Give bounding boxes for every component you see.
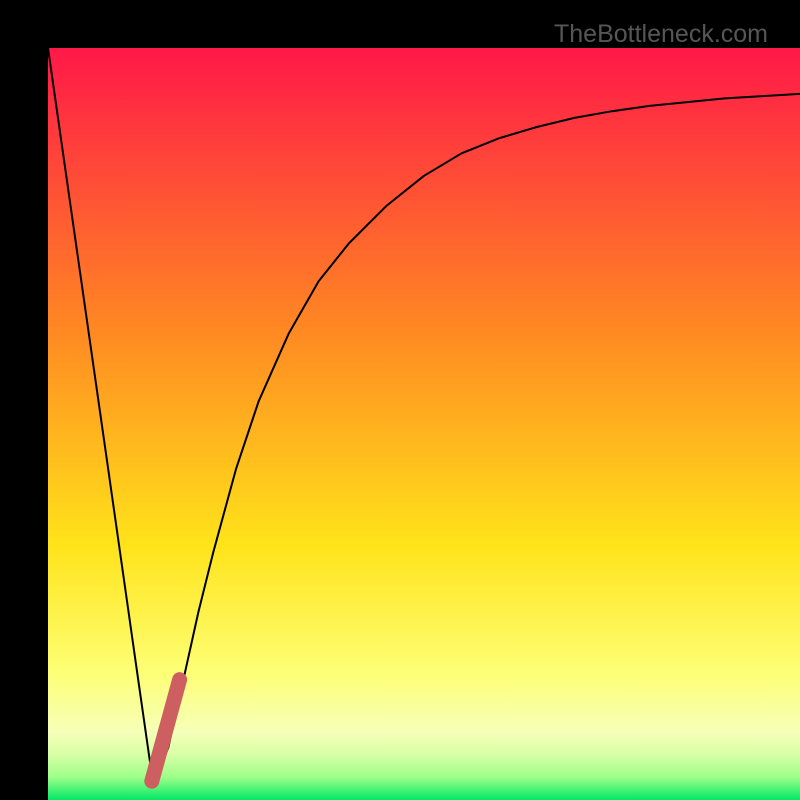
watermark-text: TheBottleneck.com bbox=[554, 20, 768, 49]
bottleneck-chart bbox=[48, 48, 800, 800]
chart-frame: TheBottleneck.com bbox=[0, 0, 800, 800]
chart-background bbox=[48, 48, 800, 800]
